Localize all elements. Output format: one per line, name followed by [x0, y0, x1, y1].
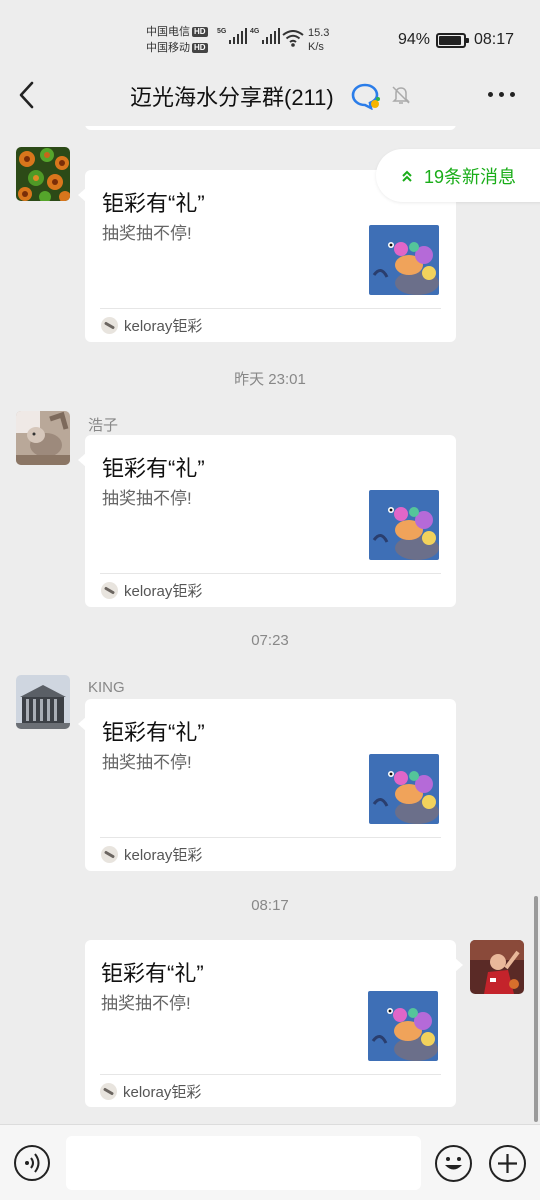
nav-bar: 迈光海水分享群(211)	[0, 64, 540, 126]
status-time: 08:17	[474, 31, 515, 48]
link-card[interactable]: 钜彩有“礼” 抽奖抽不停! keloray钜彩	[85, 940, 463, 1107]
emoji-button[interactable]	[435, 1145, 472, 1182]
link-card[interactable]: 钜彩有“礼” 抽奖抽不停! keloray钜彩	[78, 435, 456, 607]
card-divider	[100, 573, 441, 574]
source-app-icon	[101, 317, 118, 334]
timestamp: 昨天 23:01	[234, 371, 306, 388]
card-thumbnail	[369, 754, 439, 824]
carrier-1: 中国电信	[146, 26, 190, 38]
plus-button[interactable]	[489, 1145, 526, 1182]
avatar[interactable]	[16, 147, 70, 201]
card-thumbnail	[368, 991, 438, 1061]
card-title: 钜彩有“礼”	[102, 191, 205, 216]
card-source: keloray钜彩	[101, 844, 202, 865]
card-description: 抽奖抽不停!	[102, 753, 192, 772]
card-source: keloray钜彩	[101, 580, 202, 601]
voice-button[interactable]	[14, 1145, 50, 1181]
avatar[interactable]	[16, 675, 70, 729]
timestamp: 08:17	[251, 897, 289, 914]
status-bar: 中国电信 HD 中国移动 HD 5G 4G 15.3 K/s 94% 08:17	[0, 0, 540, 64]
double-chevron-up-icon	[402, 170, 412, 182]
scrollbar[interactable]	[534, 896, 538, 1122]
carrier-info: 中国电信 HD 中国移动 HD	[146, 24, 208, 56]
input-bar	[0, 1124, 540, 1200]
more-icon[interactable]	[488, 92, 515, 97]
message-input[interactable]	[66, 1136, 421, 1190]
card-description: 抽奖抽不停!	[102, 224, 192, 243]
card-title: 钜彩有“礼”	[101, 961, 204, 986]
timestamp: 07:23	[251, 632, 289, 649]
hd-badge: HD	[192, 43, 208, 54]
card-thumbnail	[369, 225, 439, 295]
card-source: keloray钜彩	[100, 1081, 201, 1102]
link-card[interactable]: 钜彩有“礼” 抽奖抽不停! keloray钜彩	[78, 699, 456, 871]
chat-area[interactable]: 钜彩有“礼” 抽奖抽不停! keloray钜彩 昨天 23:01 浩子 钜彩有“…	[0, 126, 540, 1124]
card-divider	[100, 1074, 441, 1075]
chat-bubble-icon[interactable]	[351, 82, 381, 110]
card-source: keloray钜彩	[101, 315, 202, 336]
source-app-icon	[100, 1083, 117, 1100]
sender-name: 浩子	[88, 417, 119, 434]
chat-title[interactable]: 迈光海水分享群(211)	[130, 80, 334, 112]
wifi-icon	[282, 30, 304, 47]
source-app-icon	[101, 846, 118, 863]
network-speed: 15.3 K/s	[308, 27, 330, 53]
emoji-icon	[445, 1157, 462, 1170]
card-description: 抽奖抽不停!	[101, 994, 191, 1013]
signal-5g-icon: 5G	[217, 28, 248, 44]
source-app-icon	[101, 582, 118, 599]
card-description: 抽奖抽不停!	[102, 489, 192, 508]
battery-percent: 94%	[398, 31, 431, 48]
mute-bell-icon	[392, 86, 410, 104]
back-icon[interactable]	[14, 80, 40, 110]
avatar[interactable]	[16, 411, 70, 465]
card-thumbnail	[369, 490, 439, 560]
previous-message-bubble[interactable]	[85, 126, 456, 130]
plus-icon	[498, 1154, 517, 1173]
battery-icon	[436, 33, 469, 48]
sender-name: KING	[88, 679, 125, 696]
card-title: 钜彩有“礼”	[102, 720, 205, 745]
card-divider	[100, 308, 441, 309]
signal-4g-icon: 4G	[250, 28, 281, 44]
carrier-2: 中国移动	[146, 42, 190, 54]
hd-badge: HD	[192, 27, 208, 38]
card-divider	[100, 837, 441, 838]
new-messages-label: 19条新消息	[424, 166, 517, 187]
new-messages-button[interactable]: 19条新消息	[376, 149, 540, 202]
card-title: 钜彩有“礼”	[102, 456, 205, 481]
self-avatar[interactable]	[470, 940, 524, 994]
voice-icon	[25, 1153, 40, 1173]
